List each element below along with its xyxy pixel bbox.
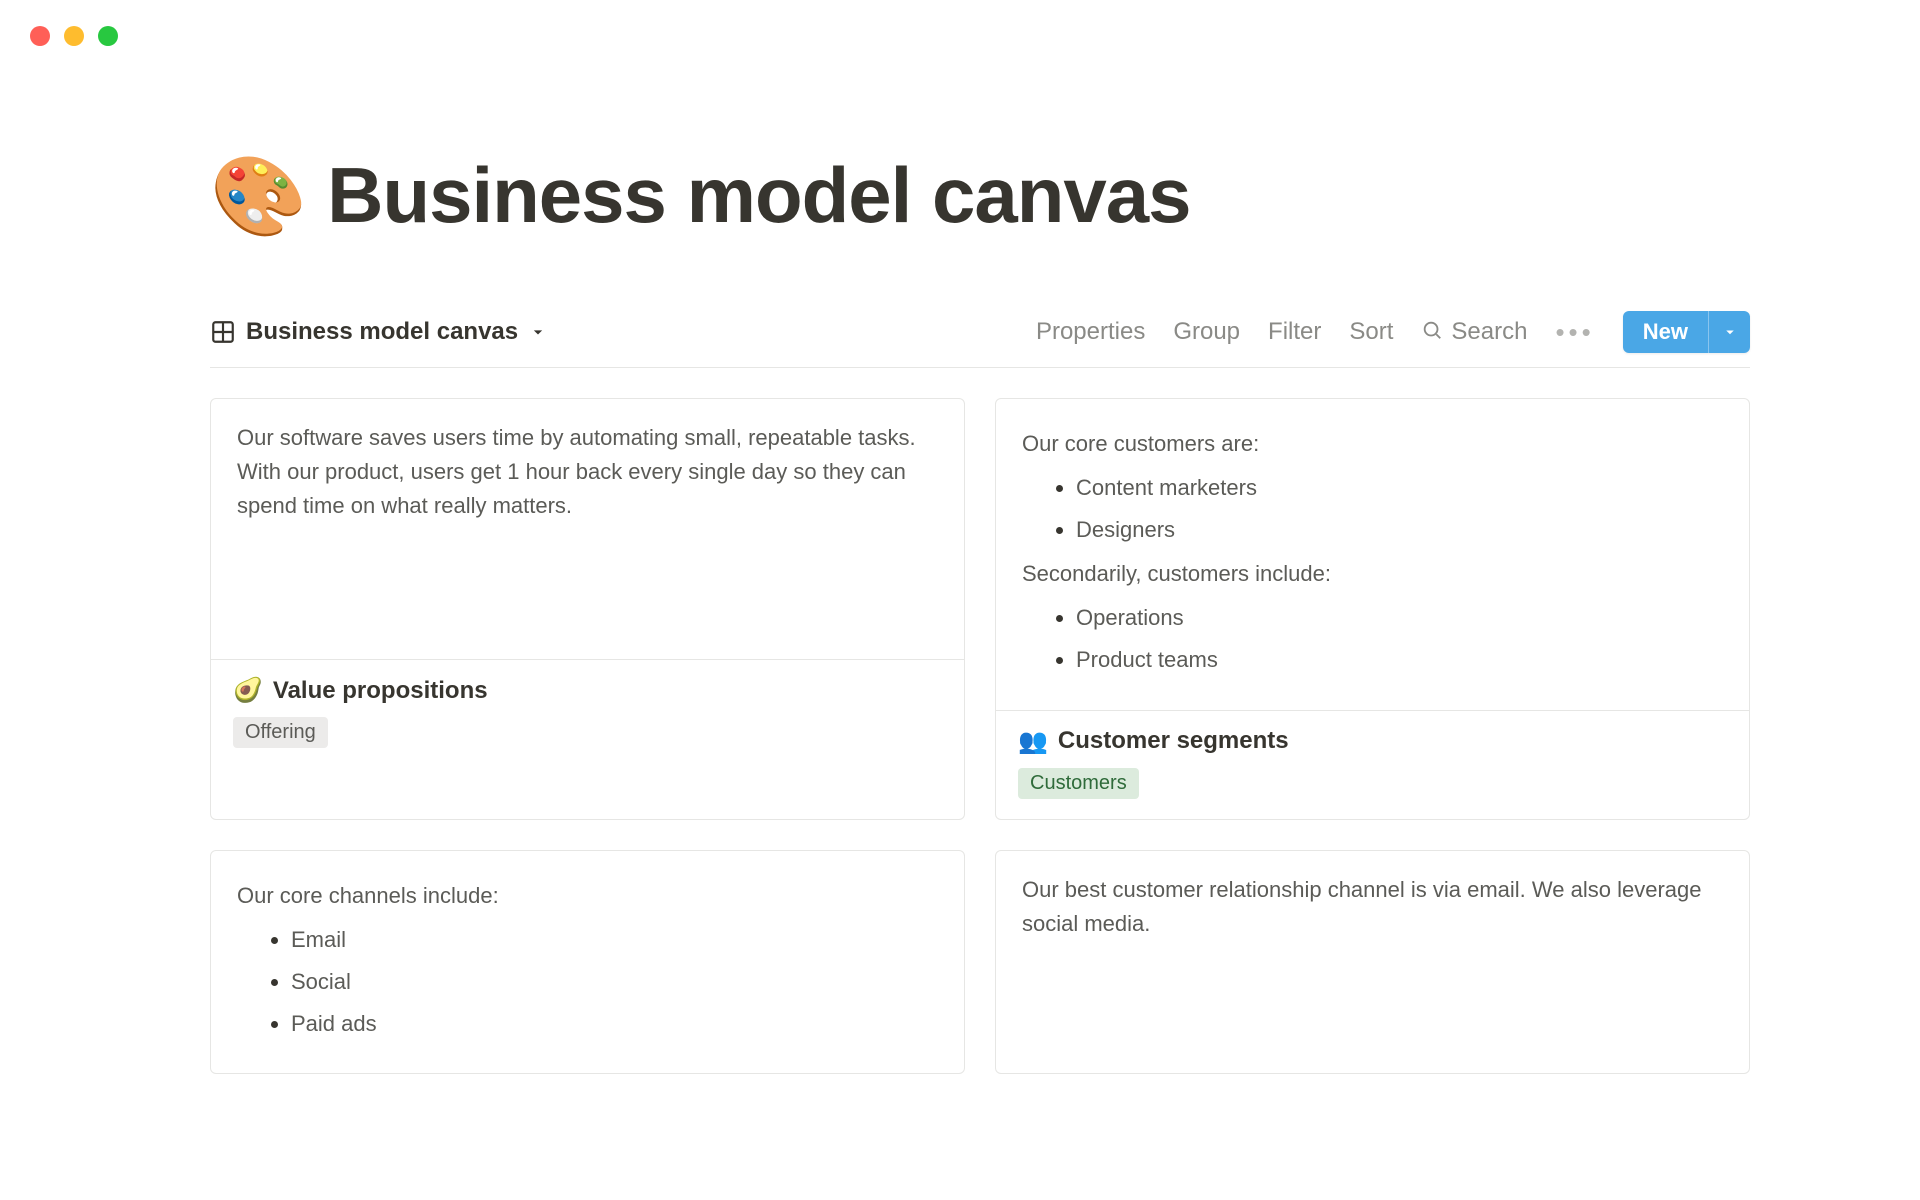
card-text: Our best customer relationship channel i…	[1022, 873, 1723, 941]
card-body: Our core channels include: Email Social …	[211, 851, 964, 1073]
people-icon: 👥	[1018, 727, 1048, 756]
view-switcher[interactable]: Business model canvas	[210, 318, 548, 346]
card-channels[interactable]: Our core channels include: Email Social …	[210, 850, 965, 1074]
list-item: Designers	[1076, 509, 1723, 551]
list-item: Email	[291, 919, 938, 961]
chevron-down-icon	[1721, 323, 1739, 341]
card-footer: 🥑 Value propositions Offering	[211, 659, 964, 768]
list-item: Operations	[1076, 597, 1723, 639]
core-customers-list: Content marketers Designers	[1022, 467, 1723, 551]
database-toolbar: Business model canvas Properties Group F…	[210, 311, 1750, 368]
list-item: Social	[291, 961, 938, 1003]
page-icon[interactable]: 🎨	[210, 157, 307, 235]
tag-customers: Customers	[1018, 768, 1139, 799]
search-label: Search	[1451, 318, 1527, 346]
card-lead: Our core channels include:	[237, 879, 938, 913]
new-button-group: New	[1623, 311, 1750, 353]
window-traffic-lights	[30, 26, 118, 46]
search-button[interactable]: Search	[1421, 318, 1527, 346]
board-view-icon	[210, 319, 236, 345]
card-footer: 👥 Customer segments Customers	[996, 710, 1749, 819]
card-body: Our software saves users time by automat…	[211, 399, 964, 659]
more-options-button[interactable]: •••	[1555, 317, 1594, 348]
list-item: Content marketers	[1076, 467, 1723, 509]
card-title-text: Value propositions	[273, 677, 488, 705]
card-secondary-lead: Secondarily, customers include:	[1022, 557, 1723, 591]
window-close-icon[interactable]	[30, 26, 50, 46]
list-item: Product teams	[1076, 639, 1723, 681]
sort-button[interactable]: Sort	[1349, 318, 1393, 346]
card-lead: Our core customers are:	[1022, 427, 1723, 461]
card-customer-segments[interactable]: Our core customers are: Content marketer…	[995, 398, 1750, 820]
card-body: Our core customers are: Content marketer…	[996, 399, 1749, 710]
card-body: Our best customer relationship channel i…	[996, 851, 1749, 963]
card-text: Our software saves users time by automat…	[237, 421, 938, 523]
page-header: 🎨 Business model canvas	[210, 150, 1750, 241]
view-name: Business model canvas	[246, 318, 518, 346]
filter-button[interactable]: Filter	[1268, 318, 1321, 346]
group-button[interactable]: Group	[1173, 318, 1240, 346]
avocado-icon: 🥑	[233, 676, 263, 705]
list-item: Paid ads	[291, 1003, 938, 1045]
page-title[interactable]: Business model canvas	[327, 150, 1190, 241]
board-grid: Our software saves users time by automat…	[210, 398, 1750, 1074]
secondary-customers-list: Operations Product teams	[1022, 597, 1723, 681]
chevron-down-icon	[528, 322, 548, 342]
window-zoom-icon[interactable]	[98, 26, 118, 46]
tag-offering: Offering	[233, 717, 328, 748]
new-button-dropdown[interactable]	[1708, 311, 1750, 353]
card-customer-relationships[interactable]: Our best customer relationship channel i…	[995, 850, 1750, 1074]
properties-button[interactable]: Properties	[1036, 318, 1145, 346]
card-title-text: Customer segments	[1058, 727, 1289, 755]
window-minimize-icon[interactable]	[64, 26, 84, 46]
card-value-propositions[interactable]: Our software saves users time by automat…	[210, 398, 965, 820]
search-icon	[1421, 319, 1443, 346]
new-button[interactable]: New	[1623, 311, 1708, 353]
channels-list: Email Social Paid ads	[237, 919, 938, 1045]
